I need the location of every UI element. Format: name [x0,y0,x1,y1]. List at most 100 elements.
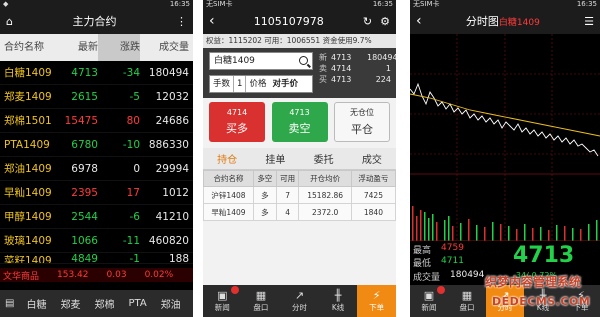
column-last-header[interactable]: 最新 [55,34,98,61]
news-icon: ▣ [423,289,435,302]
refresh-icon[interactable]: ↻ [363,15,372,28]
order-entry-screen: 无SIM卡 16:35 ‹ 1105107978 ↻ ⚙ 权益：1115202 … [203,0,396,317]
list-icon[interactable]: ☰ [584,15,594,28]
close-position-button[interactable]: 无仓位 平仓 [334,102,390,142]
quote-key: 卖 [319,64,327,73]
low-label: 最低 [413,259,432,269]
list-item[interactable]: 郑麦1409 2615 -5 12032 [0,85,193,109]
nav-intraday-label: 分时 [291,303,307,312]
contract-volume: 24686 [155,114,189,127]
contract-name: 郑棉1501 [4,115,52,127]
tab-fills[interactable]: 成交 [362,151,382,166]
contract-search-input[interactable]: 白糖1409 [209,52,313,70]
contract-change: -6 [129,210,140,223]
price-label: 价格 [245,76,269,92]
grid-icon[interactable]: ▤ [0,298,19,309]
contract-change: -11 [122,234,140,247]
status-bar: ◆ 16:35 [0,0,193,8]
contract-volume: 460820 [148,234,189,247]
ticker-name: 文华商品 [3,271,40,282]
list-item[interactable]: 玻璃1409 1066 -11 460820 [0,229,193,253]
volume-label: 成交量 [413,273,441,283]
ticker-value: 153.42 [57,270,89,280]
tab-positions[interactable]: 持仓 [217,151,237,166]
last-price: 4713 [513,243,575,268]
nav-intraday[interactable]: ↗ 分时 [280,285,319,317]
table-row[interactable]: 沪锌1408 多 7 15182.86 7425 [203,186,396,204]
title-bar: ‹ 1105107978 ↻ ⚙ [203,8,396,34]
back-icon[interactable]: ‹ [209,13,215,29]
nav-news[interactable]: ▣ 新闻 [203,285,242,317]
contract-last: 15475 [64,114,98,127]
buy-long-button[interactable]: 4714 买多 [209,102,265,142]
title-bar: ‹ 分时图白糖1409 ☰ [410,8,600,34]
quantity-label: 手数 [213,79,231,89]
list-item[interactable]: PTA1409 6780 -10 886330 [0,133,193,157]
page-title: 分时图白糖1409 [466,13,540,29]
notification-dot [437,286,445,294]
news-icon: ▣ [217,289,228,302]
orderbook-icon: ▦ [461,289,473,302]
list-item[interactable]: 甲醇1409 2544 -6 41210 [0,205,193,229]
contract-name: 玻璃1409 [4,235,52,247]
list-item[interactable]: 菜籽1409 4849 -1 188 [0,253,193,264]
nav-orderbook[interactable]: ▦ 盘口 [242,285,281,317]
status-time: 16:35 [169,0,190,8]
cell-contract: 沪锌1408 [203,186,254,204]
column-change-header[interactable]: 涨跌 [98,34,140,61]
contract-name: 早籼1409 [4,187,52,199]
list-item[interactable]: 早籼1409 2395 17 1012 [0,181,193,205]
quantity-input[interactable]: 1 [233,76,245,92]
nav-orderbook[interactable]: ▦ 盘口 [448,285,486,317]
nav-order[interactable]: ⚡ 下单 [357,285,396,317]
status-time: 16:35 [372,0,393,8]
back-icon[interactable]: ‹ [416,13,422,29]
status-bar: 无SIM卡 16:35 [410,0,600,8]
list-item[interactable]: 郑油1409 6978 0 29994 [0,157,193,181]
nav-news[interactable]: ▣ 新闻 [410,285,448,317]
status-bar: 无SIM卡 16:35 [203,0,396,8]
contract-volume: 12032 [155,90,189,103]
quote-price: 4714 [331,64,352,73]
contract-volume: 41210 [155,210,189,223]
sell-short-button[interactable]: 4713 卖空 [271,102,328,142]
menu-icon[interactable]: ⋮ [176,15,187,28]
order-buttons: 4714 买多 4713 卖空 无仓位 平仓 [203,98,396,148]
main-contracts-screen: ◆ 16:35 ⌂ 主力合约 ⋮ 合约名称 最新 涨跌 成交量 白糖1409 4… [0,0,193,317]
header-contract: 合约名称 [203,170,254,187]
cell-available: 4 [275,203,300,221]
buy-label: 买多 [226,122,248,135]
table-row[interactable]: 早籼1409 多 4 2372.0 1840 [203,203,396,221]
home-icon[interactable]: ⌂ [6,15,13,28]
cell-pnl: 1840 [350,203,396,221]
contract-change: 0 [133,162,140,175]
nav-kline[interactable]: ╫ K线 [319,285,358,317]
tab-orders[interactable]: 委托 [314,151,334,166]
tab-sugar[interactable]: 白糖 [19,296,53,311]
search-icon[interactable] [299,56,308,65]
column-name-header[interactable]: 合约名称 [0,34,55,61]
list-item[interactable]: 白糖1409 4713 -34 180494 [0,61,193,85]
tab-cotton[interactable]: 郑棉 [87,296,121,311]
tab-pending[interactable]: 挂单 [265,151,285,166]
intraday-chart[interactable] [410,34,600,241]
contract-name: 白糖1409 [4,67,52,79]
tab-pta[interactable]: PTA [121,298,153,309]
contract-change: -5 [129,90,140,103]
contract-last: 6978 [71,162,98,175]
price-type-select[interactable]: 对手价 [269,76,301,92]
tab-oil[interactable]: 郑油 [154,296,188,311]
high-value: 4759 [441,243,464,253]
high-row: 最高 4759 [413,243,464,256]
ticker-change: 0.03 [106,270,127,280]
contract-change: -10 [122,138,140,151]
tab-wheat[interactable]: 郑麦 [53,296,87,311]
list-item[interactable]: 郑棉1501 15475 80 24686 [0,109,193,133]
buy-price: 4714 [226,108,248,117]
watermark-url: DEDECMS.COM [492,295,591,308]
index-ticker: 文华商品 153.42 0.03 0.02% [0,268,193,282]
column-volume-header[interactable]: 成交量 [140,34,193,61]
intraday-chart-icon: ↗ [294,289,305,302]
settings-icon[interactable]: ⚙ [380,15,390,28]
sell-price: 4713 [289,108,310,117]
